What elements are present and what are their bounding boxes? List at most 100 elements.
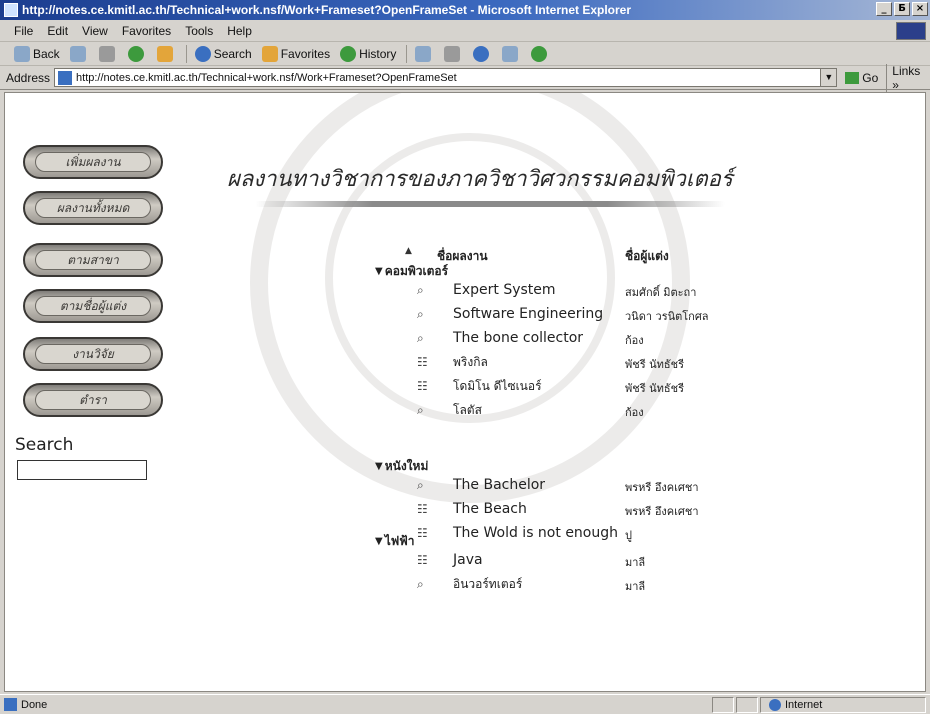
nav-by-branch-button[interactable]: ตามสาขา [23,243,163,277]
address-bar: Address http://notes.ce.kmitl.ac.th/Tech… [0,63,930,92]
category-name: คอมพิวเตอร์ [384,264,449,278]
search-input[interactable] [17,460,147,480]
print-button[interactable] [444,45,463,62]
menu-file[interactable]: File [14,24,33,38]
window-controls: _ Б × [876,2,928,16]
magnifier-icon: ⌕ [417,402,424,417]
list-item[interactable]: ☷ The Wold is not enough [417,523,618,543]
links-button[interactable]: Links » [886,63,930,92]
category-row[interactable]: ▼ ไฟฟ้า [375,532,414,551]
history-button[interactable]: History [340,45,396,62]
address-field[interactable]: http://notes.ce.kmitl.ac.th/Technical+wo… [54,68,838,87]
globe-icon [769,699,781,711]
address-label: Address [6,70,51,85]
work-title[interactable]: Expert System [453,282,556,298]
search-button[interactable]: Search [194,45,252,62]
list-item[interactable]: ⌕ The Bachelor [417,475,545,495]
author-name: พรหรี อึงคเศชา [625,481,699,494]
work-title[interactable]: Java [453,552,483,568]
work-title[interactable]: The bone collector [453,330,583,346]
menu-help[interactable]: Help [227,24,252,38]
home-icon [156,45,173,62]
discuss-icon [502,45,519,62]
list-item[interactable]: ☷ โดมิโน ดีไซเนอร์ [417,376,542,396]
stop-button[interactable] [98,45,118,62]
windows-logo-icon [896,22,926,40]
work-title[interactable]: โดมิโน ดีไซเนอร์ [453,377,542,396]
author-name: พัชรี นัทธัชรี [625,382,684,395]
maximize-button[interactable]: Б [894,2,910,16]
print-icon [444,45,461,62]
list-item[interactable]: ⌕ Software Engineering [417,304,603,324]
book-icon: ☷ [417,526,428,540]
menu-edit[interactable]: Edit [47,24,68,38]
ie-icon [4,3,18,17]
discuss-button[interactable] [502,45,521,62]
history-icon [340,45,357,62]
book-icon: ☷ [417,355,428,369]
go-button[interactable]: Go [845,71,878,85]
work-title[interactable]: พริงกิล [453,353,488,372]
author-name: มาลี [625,580,646,593]
messenger-button[interactable] [531,45,550,62]
magnifier-icon: ⌕ [417,330,424,345]
work-title[interactable]: The Bachelor [453,477,545,493]
edit-button[interactable] [473,45,492,62]
page-content: เพิ่มผลงาน ผลงานทั้งหมด ตามสาขา ตามชื่อผ… [4,92,926,692]
address-dropdown[interactable]: ▼ [820,69,837,86]
work-title[interactable]: The Beach [453,501,527,517]
list-item[interactable]: ⌕ The bone collector [417,328,583,348]
security-zone: Internet [760,697,926,713]
minimize-button[interactable]: _ [876,2,892,16]
category-row[interactable]: ▼ คอมพิวเตอร์ [375,262,448,281]
work-title[interactable]: The Wold is not enough [453,525,618,541]
collapse-triangle-icon[interactable]: ▼ [375,266,383,277]
forward-button[interactable] [69,45,89,62]
toolbar-separator [185,44,187,63]
column-header-author[interactable]: ชื่อผู้แต่ง [625,247,669,266]
book-icon: ☷ [417,553,428,567]
page-title: ผลงานทางวิชาการของภาควิชาวิศวกรรมคอมพิวเ… [227,167,733,192]
sort-ascending-icon[interactable]: ▲ [405,246,412,256]
work-title[interactable]: อินวอร์ทเตอร์ [453,575,522,594]
nav-textbook-button[interactable]: ตำรา [23,383,163,417]
nav-by-author-button[interactable]: ตามชื่อผู้แต่ง [23,289,163,323]
work-title[interactable]: Software Engineering [453,306,603,322]
home-button[interactable] [156,45,176,62]
favorites-icon [261,45,278,62]
author-name: ก้อง [625,334,644,347]
close-button[interactable]: × [912,2,928,16]
menu-favorites[interactable]: Favorites [122,24,171,38]
favorites-button[interactable]: Favorites [261,45,330,62]
mail-button[interactable] [415,45,434,62]
forward-arrow-icon [69,45,86,62]
status-pane [712,697,734,713]
menu-view[interactable]: View [82,24,108,38]
menu-tools[interactable]: Tools [185,24,213,38]
list-item[interactable]: ☷ Java [417,550,483,570]
list-item[interactable]: ⌕ โลตัส [417,400,482,420]
status-bar: Done Internet [0,694,930,714]
search-label: Search [15,435,74,455]
nav-add-work-button[interactable]: เพิ่มผลงาน [23,145,163,179]
collapse-triangle-icon[interactable]: ▼ [375,461,383,472]
category-name: หนังใหม่ [384,459,429,473]
back-button[interactable]: Back [14,45,60,62]
list-item[interactable]: ☷ The Beach [417,499,527,519]
go-arrow-icon [845,71,860,84]
nav-all-works-button[interactable]: ผลงานทั้งหมด [23,191,163,225]
list-item[interactable]: ☷ พริงกิล [417,352,488,372]
collapse-triangle-icon[interactable]: ▼ [375,536,383,547]
refresh-button[interactable] [127,45,147,62]
word-icon [473,45,490,62]
magnifier-icon: ⌕ [417,282,424,297]
author-name: วนิดา วรนิตโกศล [625,310,709,323]
window-title: http://notes.ce.kmitl.ac.th/Technical+wo… [22,3,632,17]
list-item[interactable]: ⌕ Expert System [417,280,556,300]
menu-bar: File Edit View Favorites Tools Help [0,20,930,42]
list-item[interactable]: ⌕ อินวอร์ทเตอร์ [417,574,522,594]
category-row[interactable]: ▼ หนังใหม่ [375,457,428,476]
navigation-frame: เพิ่มผลงาน ผลงานทั้งหมด ตามสาขา ตามชื่อผ… [5,93,165,691]
nav-research-button[interactable]: งานวิจัย [23,337,163,371]
work-title[interactable]: โลตัส [453,401,482,420]
